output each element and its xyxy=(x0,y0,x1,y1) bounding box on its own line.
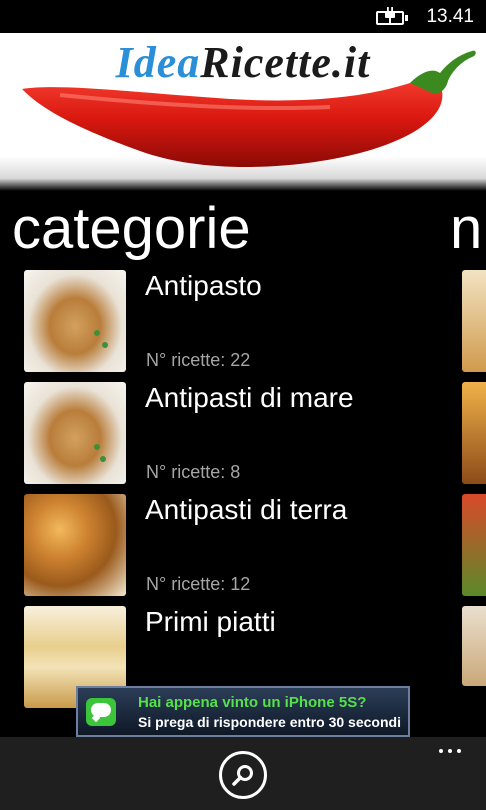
search-icon xyxy=(232,765,253,786)
app-logo: IdeaRicette.it xyxy=(0,37,486,88)
pivot-title-categorie[interactable]: categorie xyxy=(12,196,251,261)
category-thumbnail xyxy=(24,382,126,484)
next-pivot-thumbnail xyxy=(462,494,486,596)
list-item[interactable]: Antipasti di terra N° ricette: 12 xyxy=(24,494,444,606)
next-pivot-thumbnail xyxy=(462,382,486,484)
category-list: Antipasto N° ricette: 22 Antipasti di ma… xyxy=(24,270,444,718)
message-icon xyxy=(86,698,116,726)
more-icon[interactable] xyxy=(432,741,468,761)
status-time: 13.41 xyxy=(426,5,474,27)
category-thumbnail xyxy=(24,494,126,596)
category-count: N° ricette: 12 xyxy=(146,574,251,594)
ad-subtitle: Si prega di rispondere entro 30 secondi xyxy=(138,714,401,730)
category-title: Antipasti di mare xyxy=(145,382,354,413)
search-button[interactable] xyxy=(219,751,267,799)
list-item[interactable]: Antipasto N° ricette: 22 xyxy=(24,270,444,382)
category-count: N° ricette: 8 xyxy=(146,462,241,482)
category-thumbnail xyxy=(24,270,126,372)
next-pivot-thumbnail xyxy=(462,606,486,686)
ad-banner[interactable]: Hai appena vinto un iPhone 5S? Si prega … xyxy=(76,686,410,737)
category-title: Antipasti di terra xyxy=(145,494,348,525)
app-banner: IdeaRicette.it xyxy=(0,33,486,191)
list-item[interactable]: Antipasti di mare N° ricette: 8 xyxy=(24,382,444,494)
logo-part-idea: Idea xyxy=(115,38,201,87)
category-count: N° ricette: 22 xyxy=(146,350,251,370)
ad-title: Hai appena vinto un iPhone 5S? xyxy=(138,694,367,711)
pivot-title-next[interactable]: n xyxy=(450,194,482,264)
category-title: Primi piatti xyxy=(145,606,276,637)
pivot-header[interactable]: categorie n xyxy=(12,194,486,264)
category-title: Antipasto xyxy=(145,270,262,301)
next-pivot-thumbnail xyxy=(462,270,486,372)
logo-part-ricette: Ricette.it xyxy=(200,38,371,87)
status-bar: 13.41 xyxy=(0,0,486,33)
app-bar xyxy=(0,737,486,810)
battery-charging-icon xyxy=(376,6,410,25)
